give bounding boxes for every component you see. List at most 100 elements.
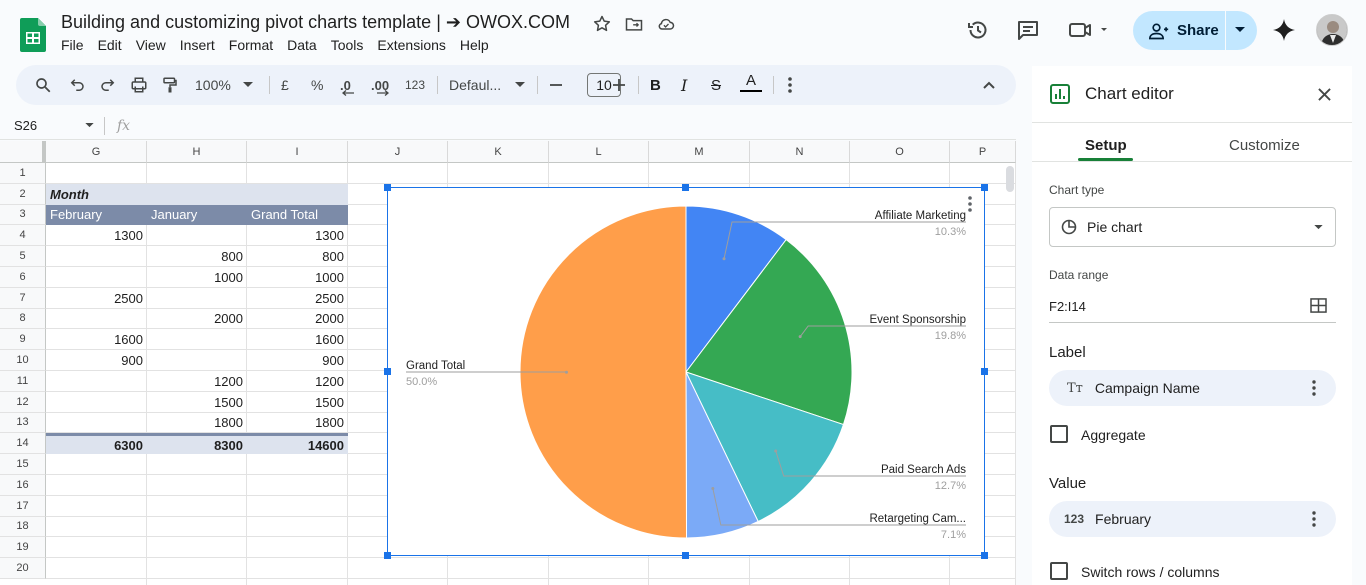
paint-format-icon[interactable]: [161, 75, 179, 95]
redo-icon[interactable]: [99, 75, 117, 95]
resize-handle[interactable]: [682, 184, 689, 191]
format-currency-button[interactable]: £: [281, 75, 289, 95]
column-header-n[interactable]: N: [750, 141, 850, 163]
pivot-value-cell[interactable]: 1600: [46, 329, 147, 350]
row-header-2[interactable]: 2: [0, 183, 46, 205]
tab-setup[interactable]: Setup: [1085, 137, 1127, 154]
pivot-value-cell[interactable]: 1300: [247, 225, 348, 246]
row-header-13[interactable]: 13: [0, 412, 46, 434]
pivot-value-cell[interactable]: 2500: [247, 288, 348, 309]
bold-button[interactable]: B: [650, 75, 661, 95]
more-vert-icon[interactable]: [1312, 379, 1316, 397]
comments-icon[interactable]: [1016, 18, 1040, 42]
row-header-10[interactable]: 10: [0, 350, 46, 371]
resize-handle[interactable]: [384, 552, 391, 559]
pivot-value-cell[interactable]: 1300: [46, 225, 147, 246]
resize-handle[interactable]: [384, 184, 391, 191]
print-icon[interactable]: [130, 75, 148, 95]
pivot-value-cell[interactable]: 1000: [247, 267, 348, 288]
menu-help[interactable]: Help: [460, 37, 495, 53]
pivot-column-header[interactable]: February: [46, 204, 147, 226]
pivot-value-cell[interactable]: 1500: [147, 392, 247, 413]
vertical-scrollbar[interactable]: [1006, 166, 1014, 192]
pivot-total-cell[interactable]: 8300: [147, 433, 247, 455]
aggregate-checkbox[interactable]: [1050, 425, 1068, 443]
resize-handle[interactable]: [981, 552, 988, 559]
row-header-19[interactable]: 19: [0, 537, 46, 559]
row-header-15[interactable]: 15: [0, 454, 46, 475]
pivot-value-cell[interactable]: 900: [247, 350, 348, 371]
document-title[interactable]: Building and customizing pivot charts te…: [61, 12, 570, 33]
pivot-row-label[interactable]: Month: [46, 183, 147, 205]
row-header-6[interactable]: 6: [0, 267, 46, 288]
row-header-20[interactable]: 20: [0, 558, 46, 579]
font-family-select[interactable]: Defaul...: [449, 75, 526, 95]
close-icon[interactable]: [1318, 88, 1331, 101]
pivot-value-cell[interactable]: 2000: [247, 309, 348, 330]
share-button[interactable]: Share: [1133, 11, 1257, 50]
pivot-value-cell[interactable]: 2500: [46, 288, 147, 309]
pivot-header-cell[interactable]: [147, 183, 247, 205]
text-color-button[interactable]: A: [740, 72, 762, 92]
search-menus-icon[interactable]: [34, 75, 52, 95]
pivot-value-cell[interactable]: 1800: [147, 413, 247, 434]
more-options-icon[interactable]: [783, 75, 797, 95]
pivot-value-cell[interactable]: 900: [46, 350, 147, 371]
menu-insert[interactable]: Insert: [180, 37, 221, 53]
chart-menu-icon[interactable]: [966, 195, 974, 213]
pivot-total-cell[interactable]: 14600: [247, 433, 348, 455]
row-header-3[interactable]: 3: [0, 204, 46, 226]
row-header-14[interactable]: 14: [0, 433, 46, 455]
menu-extensions[interactable]: Extensions: [377, 37, 451, 53]
pivot-value-cell[interactable]: 1500: [247, 392, 348, 413]
italic-button[interactable]: I: [681, 75, 687, 95]
row-header-11[interactable]: 11: [0, 371, 46, 392]
menu-format[interactable]: Format: [229, 37, 279, 53]
strikethrough-button[interactable]: S: [711, 75, 721, 95]
menu-file[interactable]: File: [61, 37, 90, 53]
row-header-8[interactable]: 8: [0, 308, 46, 330]
format-percent-button[interactable]: %: [311, 75, 323, 95]
row-header-18[interactable]: 18: [0, 516, 46, 538]
select-range-grid-icon[interactable]: [1310, 298, 1327, 313]
column-header-o[interactable]: O: [850, 141, 950, 163]
menu-edit[interactable]: Edit: [98, 37, 128, 53]
pivot-header-cell[interactable]: [247, 183, 348, 205]
tab-customize[interactable]: Customize: [1229, 137, 1300, 154]
pivot-column-header[interactable]: January: [147, 204, 247, 226]
increase-font-size-icon[interactable]: [612, 75, 626, 95]
value-field-pill[interactable]: 123 February: [1049, 501, 1336, 537]
column-header-i[interactable]: I: [247, 141, 348, 163]
zoom-select[interactable]: 100%: [195, 75, 253, 95]
column-header-m[interactable]: M: [649, 141, 750, 163]
column-header-p[interactable]: P: [950, 141, 1016, 163]
resize-handle[interactable]: [682, 552, 689, 559]
decrease-decimal-button[interactable]: .0: [340, 75, 354, 96]
move-folder-icon[interactable]: [624, 14, 644, 34]
version-history-icon[interactable]: [966, 18, 990, 42]
resize-handle[interactable]: [981, 368, 988, 375]
pivot-value-cell[interactable]: 1800: [247, 413, 348, 434]
column-header-g[interactable]: G: [46, 141, 147, 163]
data-range-input[interactable]: F2:I14: [1049, 299, 1086, 314]
row-header-4[interactable]: 4: [0, 225, 46, 247]
user-avatar[interactable]: [1316, 14, 1348, 46]
share-dropdown-icon[interactable]: [1234, 26, 1246, 34]
menu-view[interactable]: View: [136, 37, 172, 53]
meet-video-icon[interactable]: [1068, 18, 1107, 42]
label-field-pill[interactable]: Tт Campaign Name: [1049, 370, 1336, 406]
star-icon[interactable]: [592, 14, 612, 34]
decrease-font-size-icon[interactable]: [549, 75, 563, 95]
column-header-j[interactable]: J: [348, 141, 448, 163]
resize-handle[interactable]: [981, 184, 988, 191]
more-vert-icon[interactable]: [1312, 510, 1316, 528]
gemini-spark-icon[interactable]: [1272, 18, 1296, 42]
row-header-7[interactable]: 7: [0, 287, 46, 309]
menu-tools[interactable]: Tools: [331, 37, 370, 53]
cloud-saved-icon[interactable]: [655, 14, 675, 34]
column-header-k[interactable]: K: [448, 141, 549, 163]
row-header-17[interactable]: 17: [0, 495, 46, 517]
pivot-value-cell[interactable]: 800: [247, 246, 348, 267]
resize-handle[interactable]: [384, 368, 391, 375]
row-header-5[interactable]: 5: [0, 246, 46, 267]
